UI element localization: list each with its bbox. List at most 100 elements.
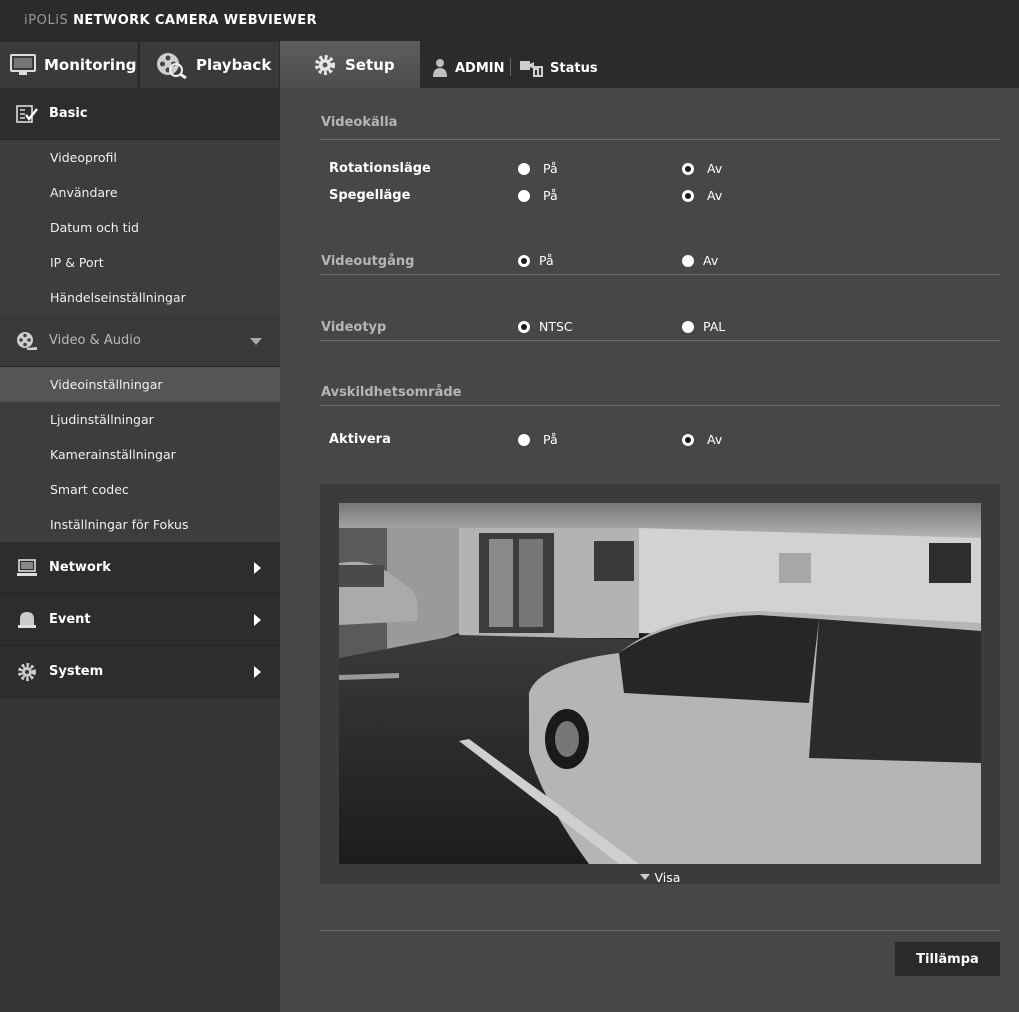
divider bbox=[320, 274, 1000, 275]
status-label: Status bbox=[550, 60, 598, 76]
tab-monitoring-label: Monitoring bbox=[44, 56, 137, 74]
radio-label: På bbox=[543, 188, 558, 203]
sidebar-section-event[interactable]: Event bbox=[0, 594, 280, 646]
radio-indicator bbox=[682, 189, 694, 202]
video-output-on-radio[interactable]: På bbox=[518, 253, 554, 268]
alarm-bell-icon bbox=[16, 611, 38, 629]
sidebar-section-network[interactable]: Network bbox=[0, 542, 280, 594]
radio-label: På bbox=[543, 432, 558, 447]
privacy-off-radio[interactable]: Av bbox=[682, 432, 722, 447]
gear-icon bbox=[313, 53, 337, 77]
tab-setup-label: Setup bbox=[345, 55, 395, 74]
radio-indicator bbox=[682, 254, 694, 267]
chevron-right-icon bbox=[254, 666, 262, 682]
chevron-down-icon bbox=[250, 335, 262, 350]
radio-indicator bbox=[518, 189, 530, 202]
sidebar-section-basic-label: Basic bbox=[49, 106, 88, 121]
sidebar-section-network-label: Network bbox=[49, 560, 111, 575]
sidebar-section-system-label: System bbox=[49, 664, 104, 679]
tab-monitoring[interactable]: Monitoring bbox=[0, 42, 139, 88]
mirror-off-radio[interactable]: Av bbox=[682, 188, 722, 203]
sidebar-section-video-audio[interactable]: Video & Audio bbox=[0, 315, 280, 367]
gear-icon bbox=[16, 662, 38, 682]
tab-setup[interactable]: Setup bbox=[280, 41, 420, 88]
show-preview-toggle[interactable]: Visa bbox=[320, 870, 1000, 885]
monitor-icon bbox=[10, 53, 36, 77]
rotation-off-radio[interactable]: Av bbox=[682, 161, 722, 176]
sidebar-item-videoinstallningar[interactable]: Videoinställningar bbox=[0, 367, 280, 402]
radio-indicator bbox=[682, 433, 694, 446]
section-title-video-type: Videotyp bbox=[321, 320, 387, 335]
top-bar: iPOLiS NETWORK CAMERA WEBVIEWER Monitori… bbox=[0, 0, 1019, 88]
sidebar-item-handelseinstallningar[interactable]: Händelseinställningar bbox=[0, 280, 280, 315]
radio-label: På bbox=[543, 161, 558, 176]
sidebar-item-smart-codec[interactable]: Smart codec bbox=[0, 472, 280, 507]
sidebar-item-kamerainstallningar[interactable]: Kamerainställningar bbox=[0, 437, 280, 472]
rotation-label: Rotationsläge bbox=[329, 161, 431, 176]
video-type-ntsc-radio[interactable]: NTSC bbox=[518, 319, 573, 334]
sidebar-section-event-label: Event bbox=[49, 612, 91, 627]
status-link[interactable]: Status bbox=[520, 58, 598, 78]
section-title-video-source: Videokälla bbox=[321, 115, 398, 130]
film-reel-icon bbox=[16, 331, 38, 351]
tab-playback[interactable]: Playback bbox=[140, 42, 279, 88]
triangle-down-icon bbox=[639, 874, 650, 880]
header-divider bbox=[510, 58, 511, 76]
video-audio-submenu: Videoinställningar Ljudinställningar Kam… bbox=[0, 367, 280, 542]
mirror-on-radio[interactable]: På bbox=[518, 188, 558, 203]
radio-indicator bbox=[518, 433, 530, 446]
film-reel-icon bbox=[154, 51, 188, 79]
radio-indicator bbox=[682, 162, 694, 175]
sidebar: Basic Videoprofil Användare Datum och ti… bbox=[0, 88, 280, 1012]
camera-video-feed[interactable] bbox=[339, 503, 981, 864]
checklist-icon bbox=[16, 104, 38, 123]
divider bbox=[320, 340, 1000, 341]
radio-label: Av bbox=[703, 253, 719, 268]
privacy-enable-label: Aktivera bbox=[329, 432, 391, 447]
sidebar-section-video-audio-label: Video & Audio bbox=[49, 333, 141, 348]
section-title-video-output: Videoutgång bbox=[321, 254, 415, 269]
user-label: ADMIN bbox=[455, 60, 505, 76]
brand-name: NETWORK CAMERA WEBVIEWER bbox=[73, 13, 317, 28]
radio-label: Av bbox=[707, 432, 723, 447]
video-output-off-radio[interactable]: Av bbox=[682, 253, 718, 268]
rotation-on-radio[interactable]: På bbox=[518, 161, 558, 176]
show-preview-label: Visa bbox=[654, 870, 681, 885]
basic-submenu: Videoprofil Användare Datum och tid IP &… bbox=[0, 140, 280, 315]
apply-button[interactable]: Tillämpa bbox=[895, 942, 1000, 976]
sidebar-section-basic[interactable]: Basic bbox=[0, 88, 280, 140]
status-icon bbox=[520, 58, 544, 78]
sidebar-section-system[interactable]: System bbox=[0, 646, 280, 698]
sidebar-item-fokus[interactable]: Inställningar för Fokus bbox=[0, 507, 280, 542]
sidebar-item-ljudinstallningar[interactable]: Ljudinställningar bbox=[0, 402, 280, 437]
radio-indicator bbox=[682, 320, 694, 333]
user-menu[interactable]: ADMIN bbox=[432, 58, 505, 78]
radio-label: NTSC bbox=[539, 319, 573, 334]
brand-title: iPOLiS NETWORK CAMERA WEBVIEWER bbox=[24, 13, 317, 28]
tab-playback-label: Playback bbox=[196, 56, 272, 74]
sidebar-item-videoprofil[interactable]: Videoprofil bbox=[0, 140, 280, 175]
radio-indicator bbox=[518, 162, 530, 175]
computer-icon bbox=[16, 558, 38, 577]
sidebar-item-ip-port[interactable]: IP & Port bbox=[0, 245, 280, 280]
radio-label: PAL bbox=[703, 319, 726, 334]
video-preview-panel: Visa bbox=[320, 484, 1000, 885]
divider bbox=[320, 930, 1000, 931]
divider bbox=[320, 405, 1000, 406]
radio-indicator bbox=[518, 254, 530, 267]
video-type-pal-radio[interactable]: PAL bbox=[682, 319, 725, 334]
sidebar-item-anvandare[interactable]: Användare bbox=[0, 175, 280, 210]
radio-indicator bbox=[518, 320, 530, 333]
radio-label: Av bbox=[707, 161, 723, 176]
radio-label: På bbox=[539, 253, 554, 268]
user-icon bbox=[432, 58, 448, 78]
radio-label: Av bbox=[707, 188, 723, 203]
chevron-right-icon bbox=[254, 562, 262, 578]
sidebar-item-datum-och-tid[interactable]: Datum och tid bbox=[0, 210, 280, 245]
privacy-on-radio[interactable]: På bbox=[518, 432, 558, 447]
brand-prefix: iPOLiS bbox=[24, 13, 69, 28]
divider bbox=[320, 139, 1000, 140]
mirror-label: Spegelläge bbox=[329, 188, 411, 203]
section-title-privacy: Avskildhetsområde bbox=[321, 385, 462, 400]
settings-panel: Videokälla Rotationsläge På Av Spegelläg… bbox=[280, 88, 1019, 1012]
